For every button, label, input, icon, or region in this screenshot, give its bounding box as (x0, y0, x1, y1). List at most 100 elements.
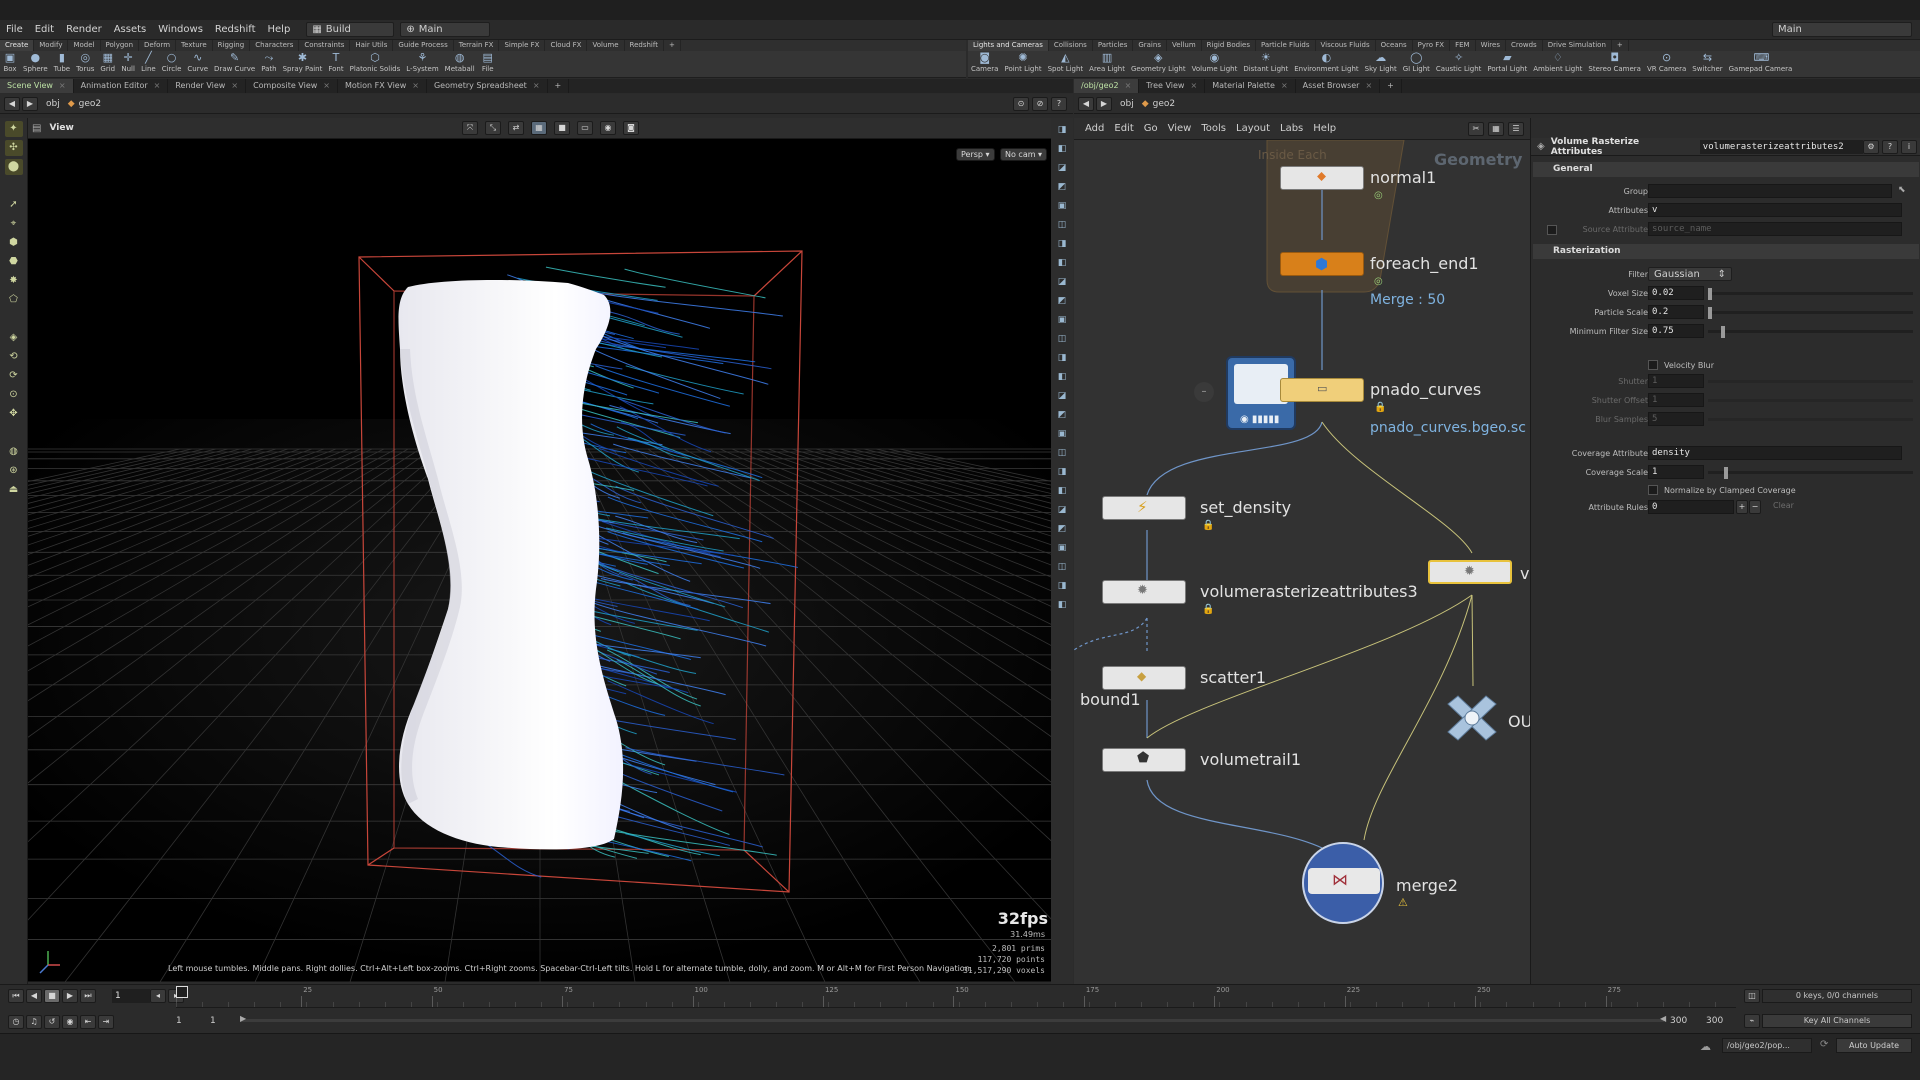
coverage-scale-knob[interactable] (1724, 467, 1728, 479)
display-option-icon[interactable]: ▣ (1055, 541, 1069, 555)
gear-icon[interactable]: ⚙ (1863, 139, 1879, 154)
tool-circle[interactable]: ○ Circle (159, 51, 185, 73)
channel-icon[interactable]: ⌁ (1744, 1014, 1760, 1028)
tool-gamepad-camera[interactable]: ⌨ Gamepad Camera (1726, 51, 1796, 73)
close-icon[interactable]: × (533, 81, 540, 90)
shelf-right-tab[interactable]: Viscous Fluids (1316, 40, 1376, 51)
display-option-icon[interactable]: ◨ (1055, 579, 1069, 593)
coverage-scale-slider[interactable] (1708, 471, 1913, 474)
shelf-left-tab[interactable]: Simple FX (499, 40, 546, 51)
help-icon[interactable]: ? (1051, 96, 1067, 111)
pane-tab[interactable]: Motion FX View × (338, 79, 427, 93)
shutter-offset-field[interactable]: 1 (1648, 393, 1704, 407)
blur-samples-field[interactable]: 5 (1648, 412, 1704, 426)
path-obj[interactable]: obj (46, 99, 60, 109)
status-path[interactable]: /obj/geo2/pop... (1722, 1038, 1812, 1053)
display-option-icon[interactable]: ◩ (1055, 180, 1069, 194)
tool-font[interactable]: T Font (325, 51, 346, 73)
transform-icon[interactable]: ⇄ (508, 121, 524, 135)
back-icon[interactable]: ◀ (4, 96, 20, 111)
tool-box[interactable]: ▣ Box (0, 51, 20, 73)
global-icon[interactable]: ◉ (62, 1015, 78, 1029)
display-option-icon[interactable]: ◪ (1055, 389, 1069, 403)
shelf-left-tab[interactable]: Create (0, 40, 35, 51)
viewport-tool-icon[interactable]: ⌖ (5, 216, 23, 232)
attribute-rules-field[interactable]: 0 (1648, 500, 1734, 514)
range-end-visible[interactable]: 300 (1670, 1016, 1687, 1026)
min-filter-slider[interactable] (1708, 330, 1913, 333)
tool-geometry-light[interactable]: ◈ Geometry Light (1128, 51, 1189, 73)
link-icon[interactable]: ⊘ (1032, 96, 1048, 111)
tool-platonic-solids[interactable]: ⬡ Platonic Solids (347, 51, 404, 73)
shelf-left-add-tab-icon[interactable]: + (664, 40, 681, 51)
velocity-blur-checkbox[interactable] (1648, 360, 1658, 370)
workspace-select[interactable]: ⊕ Main (400, 22, 491, 37)
tool-environment-light[interactable]: ◐ Environment Light (1291, 51, 1361, 73)
display-option-icon[interactable]: ◧ (1055, 142, 1069, 156)
menu-file[interactable]: File (0, 24, 29, 35)
display-option-icon[interactable]: ◪ (1055, 503, 1069, 517)
shelf-left-tab[interactable]: Redshift (625, 40, 664, 51)
shutter-offset-slider[interactable] (1708, 399, 1913, 402)
pane-tab[interactable]: Animation Editor × (74, 79, 169, 93)
shelf-left-tab[interactable]: Characters (250, 40, 300, 51)
shelf-left-tab[interactable]: Hair Utils (350, 40, 394, 51)
viewport-tool-icon[interactable] (5, 311, 23, 327)
min-filter-knob[interactable] (1721, 326, 1725, 338)
viewport-tool-icon[interactable]: ✥ (5, 406, 23, 422)
camera-snapshot-icon[interactable]: ◙ (623, 121, 639, 135)
shelf-right-tab[interactable]: Grains (1133, 40, 1167, 51)
grid-toggle-icon[interactable]: ▦ (531, 121, 547, 135)
shelf-left-tab[interactable]: Texture (176, 40, 213, 51)
node-scatter1[interactable]: ◆ (1102, 666, 1186, 690)
range-start[interactable]: 1 (176, 1016, 182, 1026)
camera-menu[interactable]: No cam ▾ (1000, 148, 1048, 161)
display-option-icon[interactable]: ◩ (1055, 522, 1069, 536)
viewport-tool-icon[interactable]: ⟳ (5, 368, 23, 384)
tool-l-system[interactable]: ⚘ L-System (403, 51, 441, 73)
menu-render[interactable]: Render (60, 24, 108, 35)
display-option-icon[interactable]: ◪ (1055, 275, 1069, 289)
shelf-left-tab[interactable]: Model (68, 40, 101, 51)
viewport-tool-icon[interactable] (5, 425, 23, 441)
step-back-icon[interactable]: ◀ (26, 989, 42, 1003)
display-option-icon[interactable]: ◨ (1055, 465, 1069, 479)
network-editor[interactable]: Geometry Inside Each ⬥ normal1 ◎ ⬢ forea… (1074, 140, 1530, 984)
range-handle-start[interactable]: ▶ (240, 1014, 246, 1023)
shutter-slider[interactable] (1708, 380, 1913, 383)
tool-area-light[interactable]: ▥ Area Light (1086, 51, 1128, 73)
audio-icon[interactable]: ♫ (26, 1015, 42, 1029)
pane-tab[interactable]: Render View × (168, 79, 247, 93)
timeline-ruler[interactable]: 1255075100125150175200225250275 (176, 986, 1736, 1008)
tool-switcher[interactable]: ⇆ Switcher (1689, 51, 1725, 73)
node-pnado-curves[interactable]: ▭ (1280, 378, 1364, 402)
network-tools-icon[interactable]: ✂ (1468, 121, 1484, 136)
voxel-size-slider[interactable] (1708, 292, 1913, 295)
tool-torus[interactable]: ◎ Torus (73, 51, 97, 73)
network-path-obj[interactable]: obj (1120, 99, 1134, 109)
menu-help[interactable]: Help (262, 24, 297, 35)
tool-file[interactable]: ▤ File (478, 51, 498, 73)
bypass-icon[interactable]: – (1194, 382, 1214, 402)
menu-assets[interactable]: Assets (108, 24, 153, 35)
viewport-tool-icon[interactable]: ⬣ (5, 254, 23, 270)
network-menu-view[interactable]: View (1163, 123, 1197, 134)
shelf-left-tab[interactable]: Polygon (101, 40, 140, 51)
particle-scale-knob[interactable] (1708, 307, 1712, 319)
tool-null[interactable]: ✛ Null (118, 51, 138, 73)
menu-redshift[interactable]: Redshift (209, 24, 262, 35)
source-attribute-checkbox[interactable] (1547, 225, 1557, 235)
shelf-right-tab[interactable]: FEM (1450, 40, 1476, 51)
display-option-icon[interactable]: ◨ (1055, 237, 1069, 251)
menu-windows[interactable]: Windows (152, 24, 209, 35)
display-option-icon[interactable]: ◧ (1055, 256, 1069, 270)
stop-icon[interactable]: ■ (44, 989, 60, 1003)
close-icon[interactable]: × (323, 81, 330, 90)
tool-vr-camera[interactable]: ⊙ VR Camera (1644, 51, 1689, 73)
viewport-tool-icon[interactable]: ✸ (5, 273, 23, 289)
range-slider[interactable] (240, 1019, 1664, 1022)
shelf-left-tab[interactable]: Constraints (299, 40, 351, 51)
attributes-field[interactable]: v (1648, 203, 1902, 217)
blur-samples-slider[interactable] (1708, 418, 1913, 421)
pane-tab[interactable]: Scene View × (0, 79, 74, 93)
